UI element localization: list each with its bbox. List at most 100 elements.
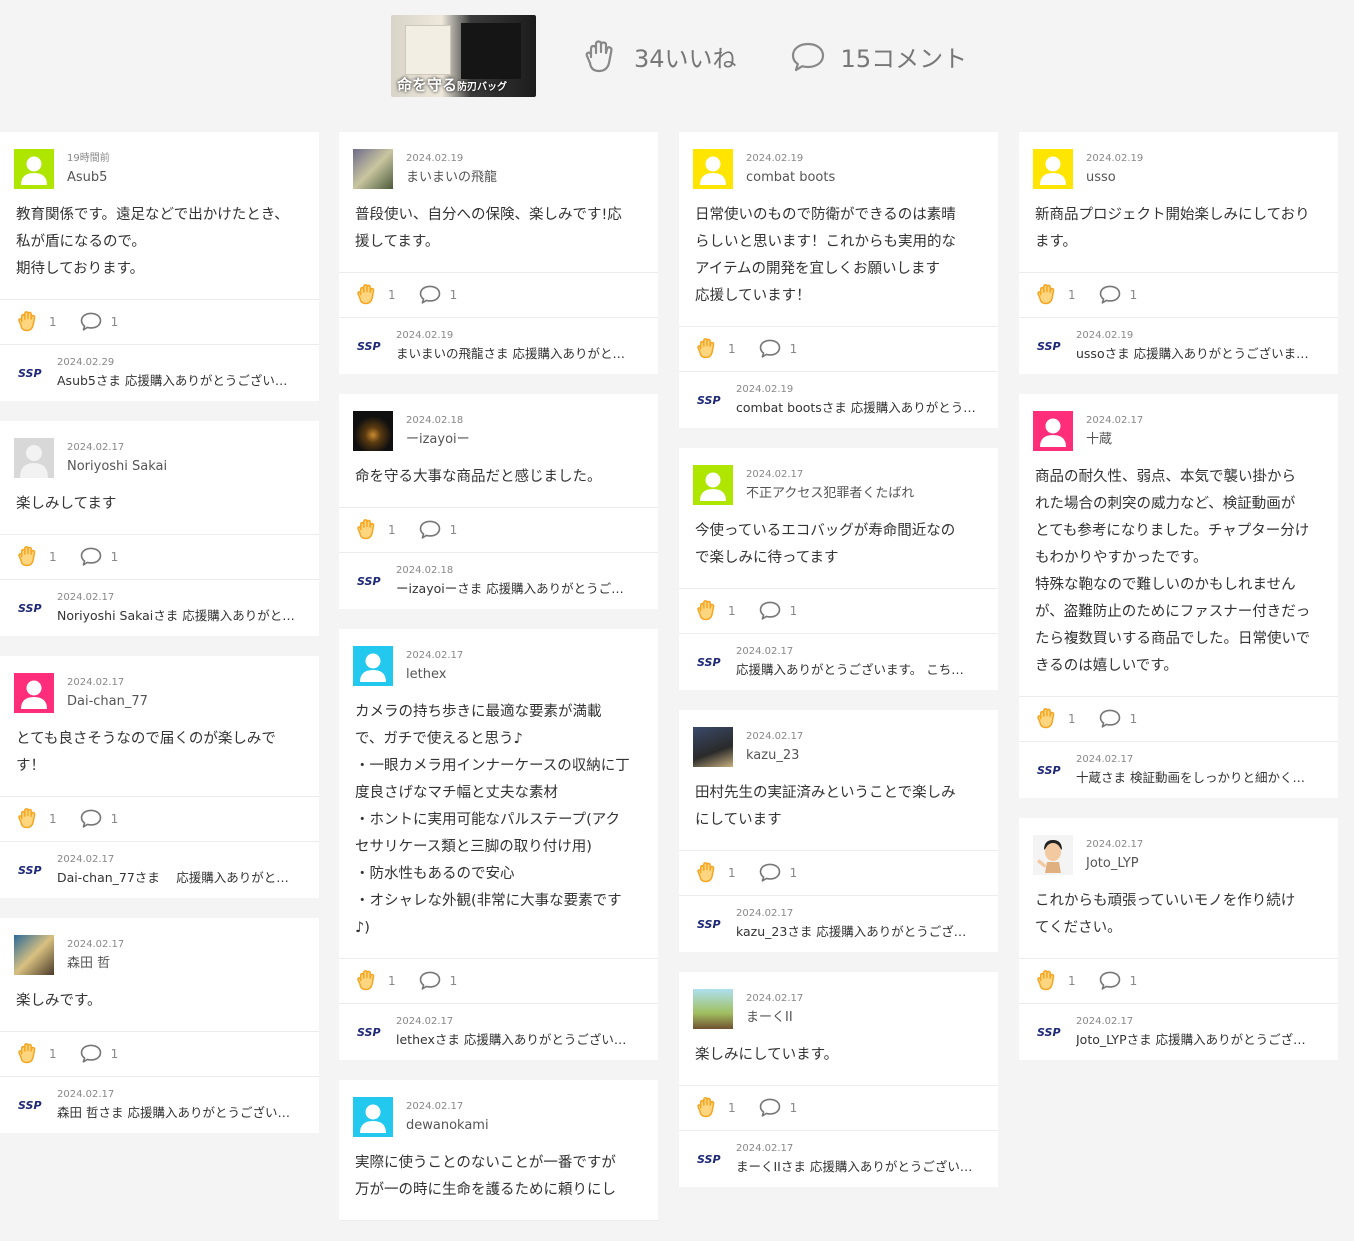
avatar[interactable] <box>1033 411 1073 451</box>
avatar[interactable] <box>14 149 54 189</box>
clap-icon[interactable] <box>1035 968 1059 995</box>
owner-reply[interactable]: SSP 2024.02.17 まーくIIさま 応援購入ありがとうございます。 <box>679 1131 998 1187</box>
owner-reply[interactable]: SSP 2024.02.17 Dai-chan_77さま 応援購入ありがとうございま… <box>0 842 319 898</box>
owner-reply[interactable]: SSP 2024.02.29 Asub5さま 応援購入ありがとうございます。 <box>0 345 319 401</box>
speech-bubble-icon[interactable] <box>758 860 782 887</box>
tote-bag-black-image <box>461 23 521 79</box>
avatar[interactable] <box>1033 835 1073 875</box>
owner-reply[interactable]: SSP 2024.02.17 lethexさま 応援購入ありがとうございます。 <box>339 1004 658 1060</box>
comments-stat[interactable]: 15コメント <box>789 37 968 75</box>
speech-bubble-icon[interactable] <box>418 517 442 544</box>
ssp-logo: SSP <box>697 1152 721 1166</box>
user-name[interactable]: Dai-chan_77 <box>67 693 148 711</box>
speech-bubble-icon[interactable] <box>418 282 442 309</box>
user-name[interactable]: まーくII <box>746 1009 803 1027</box>
clap-icon[interactable] <box>16 309 40 336</box>
avatar[interactable] <box>693 465 733 505</box>
user-name[interactable]: kazu_23 <box>746 747 803 765</box>
user-name[interactable]: 森田 哲 <box>67 955 124 973</box>
clap-icon[interactable] <box>355 517 379 544</box>
user-name[interactable]: combat boots <box>746 169 835 187</box>
clap-icon[interactable] <box>695 1095 719 1122</box>
avatar[interactable] <box>693 727 733 767</box>
ssp-logo: SSP <box>18 863 42 877</box>
clap-icon[interactable] <box>1035 282 1059 309</box>
clap-icon[interactable] <box>695 336 719 363</box>
owner-reply[interactable]: SSP 2024.02.19 まいまいの飛龍さま 応援購入ありがとうございます。 <box>339 318 658 374</box>
speech-bubble-icon[interactable] <box>79 309 103 336</box>
avatar[interactable] <box>353 149 393 189</box>
owner-reply[interactable]: SSP 2024.02.17 Joto_LYPさま 応援購入ありがとうございます。 <box>1019 1004 1338 1060</box>
clap-icon[interactable] <box>355 968 379 995</box>
user-name[interactable]: dewanokami <box>406 1117 489 1135</box>
reply-count: 1 <box>789 866 798 880</box>
speech-bubble-icon[interactable] <box>758 336 782 363</box>
user-name[interactable]: Asub5 <box>67 169 110 187</box>
owner-reply[interactable]: SSP 2024.02.17 Noriyoshi Sakaiさま 応援購入ありがとう… <box>0 580 319 636</box>
user-name[interactable]: まいまいの飛龍 <box>406 169 497 187</box>
avatar[interactable] <box>693 989 733 1029</box>
avatar[interactable] <box>14 673 54 713</box>
user-name[interactable]: 不正アクセス犯罪者くたばれ <box>746 485 914 503</box>
speech-bubble-icon[interactable] <box>79 806 103 833</box>
avatar[interactable] <box>353 411 393 451</box>
owner-reply[interactable]: SSP 2024.02.17 森田 哲さま 応援購入ありがとうございます。 <box>0 1077 319 1133</box>
speech-bubble-icon[interactable] <box>758 1095 782 1122</box>
comment-text: 教育関係です。遠足などで出かけたとき、 私が盾になるので。 期待しております。 <box>0 190 319 300</box>
ssp-logo: SSP <box>1037 763 1061 777</box>
project-thumbnail[interactable]: 命を守る防刃バッグ <box>391 15 536 97</box>
avatar[interactable] <box>14 438 54 478</box>
avatar[interactable] <box>693 149 733 189</box>
owner-reply[interactable]: SSP 2024.02.17 十蔵さま 検証動画をしっかりと細かくご覧いただき <box>1019 742 1338 798</box>
reply-text: 森田 哲さま 応援購入ありがとうございます。 <box>57 1105 297 1120</box>
clap-icon[interactable] <box>1035 706 1059 733</box>
clap-icon[interactable] <box>695 598 719 625</box>
comment-column-2: 2024.02.19 まいまいの飛龍 普段使い、自分への保険、楽しみです!応 援して… <box>339 132 658 1241</box>
speech-bubble-icon[interactable] <box>79 1041 103 1068</box>
speech-bubble-icon[interactable] <box>1098 968 1122 995</box>
avatar[interactable] <box>14 935 54 975</box>
ssp-logo: SSP <box>18 366 42 380</box>
owner-reply[interactable]: SSP 2024.02.19 combat bootsさま 応援購入ありがとうござい… <box>679 372 998 428</box>
clap-icon[interactable] <box>695 860 719 887</box>
comment-header: 2024.02.18 ーizayoiー <box>339 394 658 452</box>
speech-bubble-icon[interactable] <box>1098 282 1122 309</box>
avatar[interactable] <box>353 646 393 686</box>
speech-bubble-icon[interactable] <box>1098 706 1122 733</box>
like-count: 1 <box>728 1101 736 1115</box>
like-count: 1 <box>728 866 736 880</box>
clap-icon[interactable] <box>16 806 40 833</box>
user-name[interactable]: ーizayoiー <box>406 431 470 449</box>
comment-card: 2024.02.19 combat boots 日常使いのもので防衛ができるのは素晴… <box>679 132 998 428</box>
comment-header: 2024.02.17 Noriyoshi Sakai <box>0 421 319 479</box>
owner-reply[interactable]: SSP 2024.02.17 応援購入ありがとうございます。 こちらこそ <box>679 634 998 690</box>
reply-count: 1 <box>110 315 119 329</box>
user-name[interactable]: usso <box>1086 169 1143 187</box>
like-count: 1 <box>1068 974 1076 988</box>
comments-count: 15コメント <box>840 44 968 73</box>
owner-reply[interactable]: SSP 2024.02.19 ussoさま 応援購入ありがとうございます。 <box>1019 318 1338 374</box>
comment-card: 2024.02.17 lethex カメラの持ち歩きに最適な要素が満載 で、ガチで使… <box>339 629 658 1060</box>
owner-reply[interactable]: SSP 2024.02.17 kazu_23さま 応援購入ありがとうございます。 <box>679 896 998 952</box>
avatar[interactable] <box>1033 149 1073 189</box>
speech-bubble-icon[interactable] <box>418 968 442 995</box>
reply-text: まーくIIさま 応援購入ありがとうございます。 <box>736 1159 976 1174</box>
speech-bubble-icon[interactable] <box>758 598 782 625</box>
clap-icon[interactable] <box>16 1041 40 1068</box>
reply-text: 十蔵さま 検証動画をしっかりと細かくご覧いただき <box>1076 770 1316 785</box>
clap-icon[interactable] <box>355 282 379 309</box>
clap-icon[interactable] <box>16 544 40 571</box>
comment-date: 2024.02.17 <box>1086 838 1144 850</box>
user-name[interactable]: Joto_LYP <box>1086 855 1143 873</box>
owner-reply[interactable]: SSP 2024.02.18 ーizayoiーさま 応援購入ありがとうございます。 <box>339 553 658 609</box>
user-name[interactable]: Noriyoshi Sakai <box>67 458 167 476</box>
comment-actions: 11 <box>0 535 319 580</box>
speech-bubble-icon[interactable] <box>79 544 103 571</box>
reply-text: Joto_LYPさま 応援購入ありがとうございます。 <box>1076 1032 1316 1047</box>
user-name[interactable]: lethex <box>406 666 463 684</box>
reply-date: 2024.02.19 <box>396 330 454 341</box>
likes-stat[interactable]: 34いいね <box>582 37 737 75</box>
avatar[interactable] <box>353 1097 393 1137</box>
user-name[interactable]: 十蔵 <box>1086 431 1143 449</box>
comment-date: 2024.02.19 <box>1086 152 1144 164</box>
